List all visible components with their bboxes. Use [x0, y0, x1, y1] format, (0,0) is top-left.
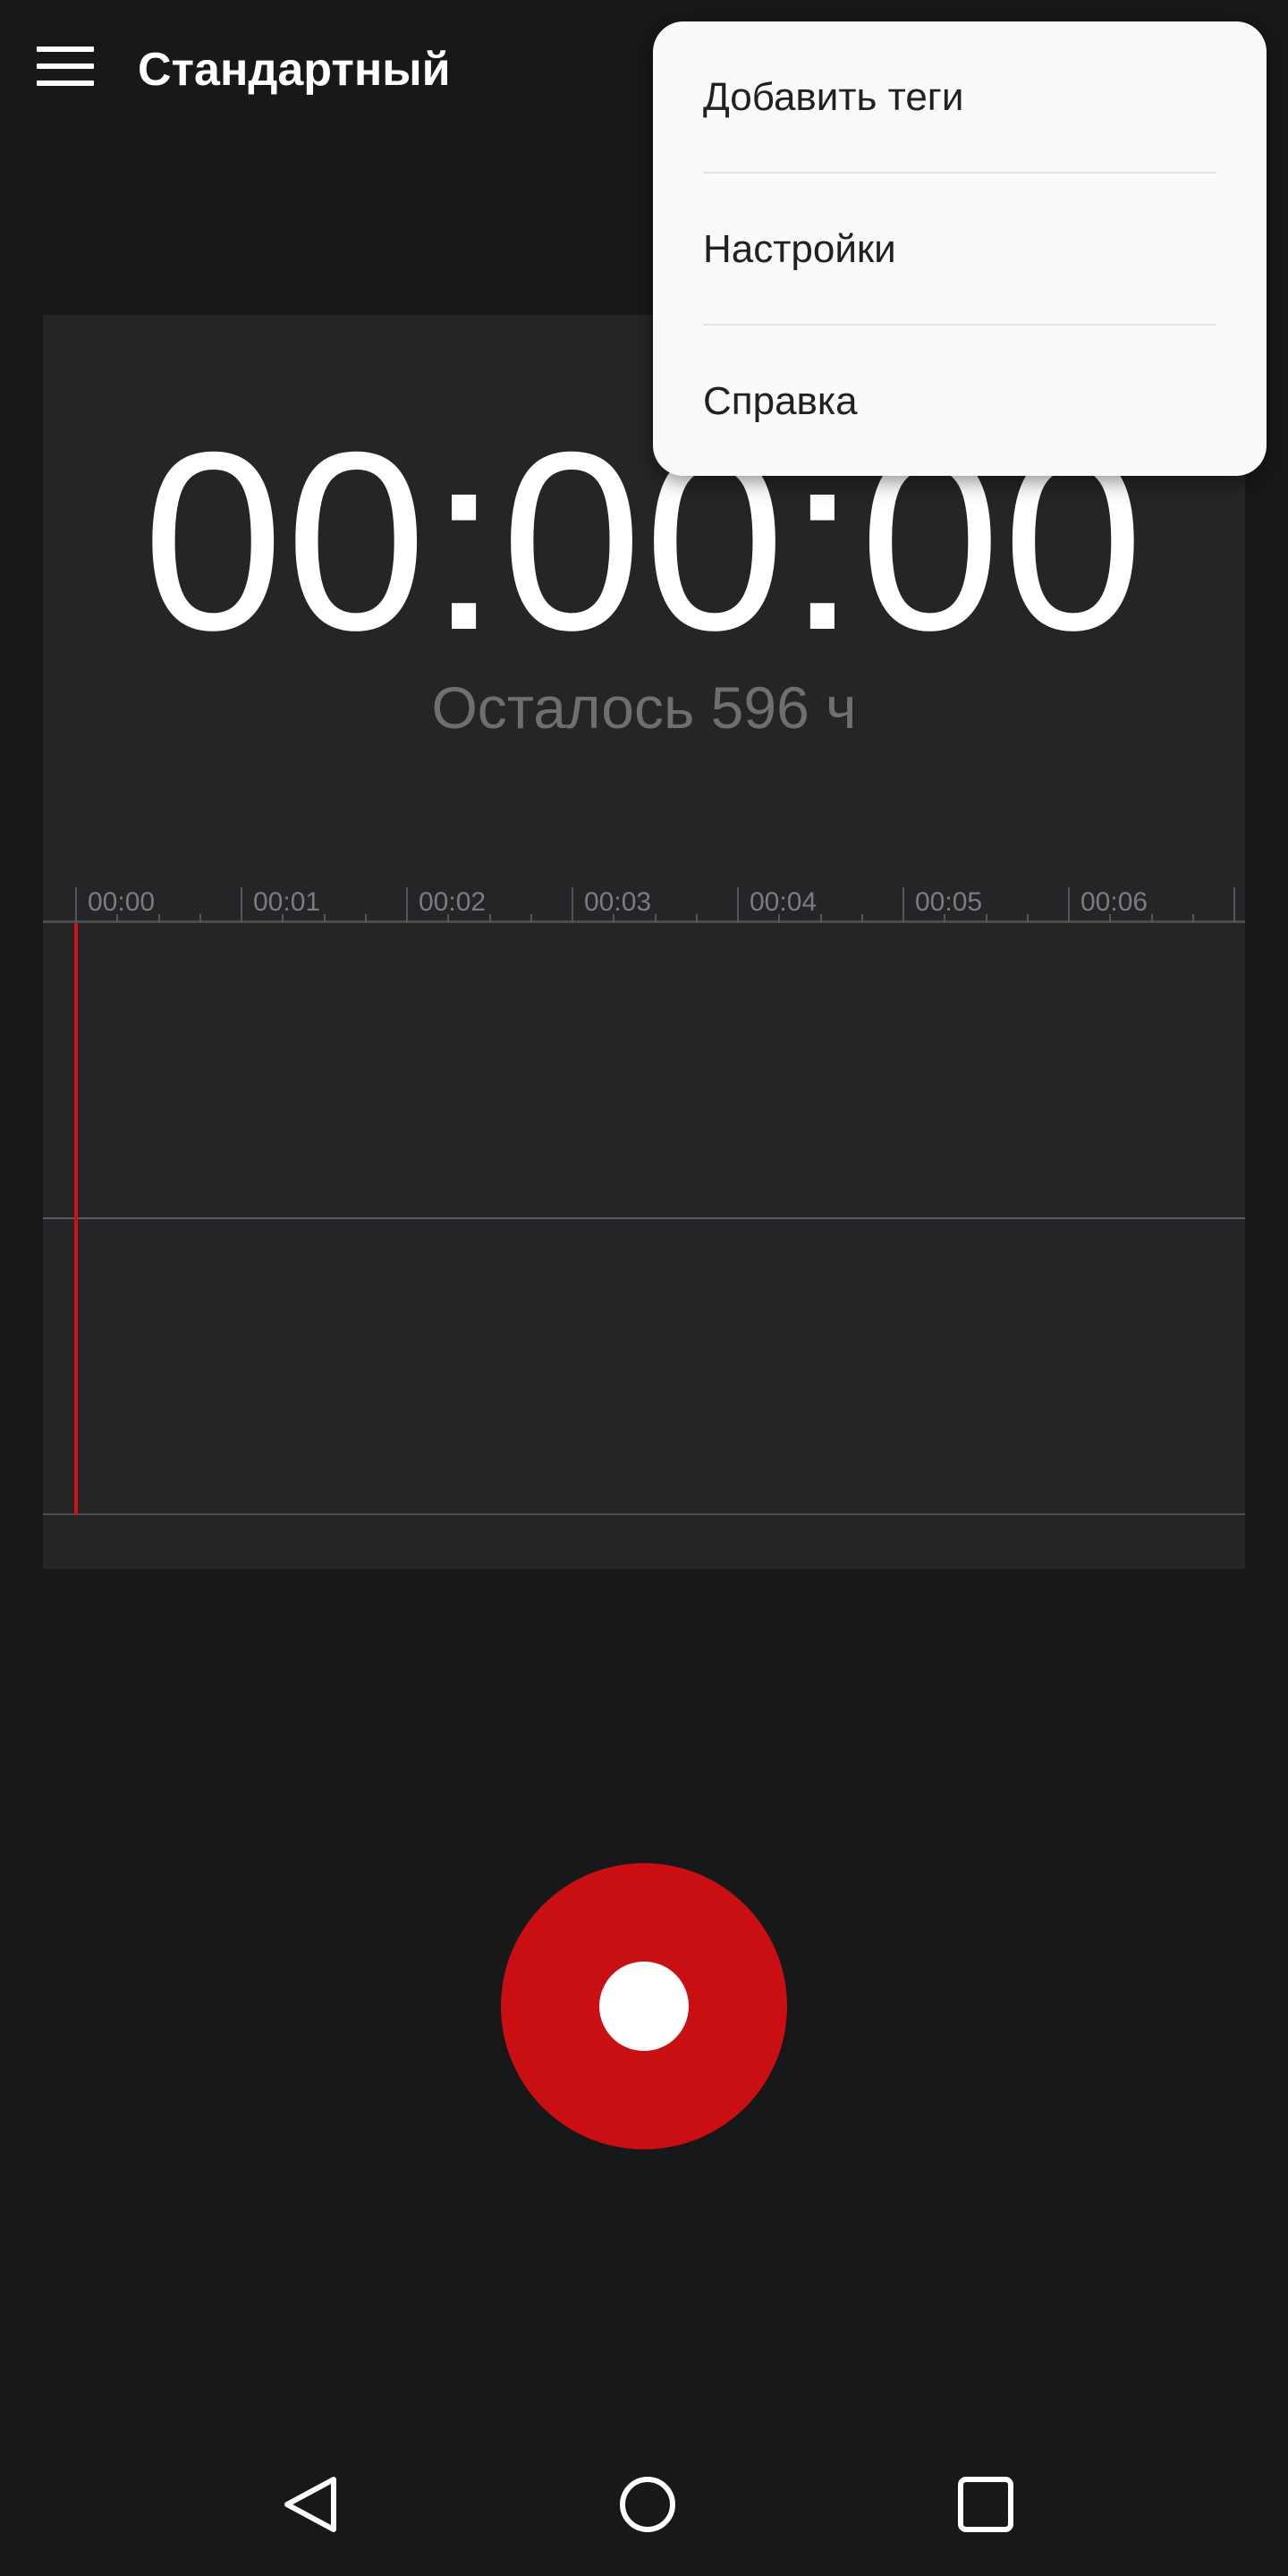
timeline-minor-tick — [819, 914, 822, 923]
timeline-minor-tick — [613, 914, 615, 923]
timeline-minor-tick — [364, 914, 367, 923]
recording-mode-title[interactable]: Стандартный — [138, 38, 451, 102]
timeline-tick-label: 00:00 — [88, 887, 156, 917]
voice-recorder-screen: Стандартный 00:00:00 Осталось 596 ч 00:0… — [0, 0, 1288, 2576]
timeline-tick-label: 00:01 — [253, 887, 321, 917]
timeline-minor-tick — [282, 914, 284, 923]
menu-item-add-tags[interactable]: Добавить теги — [703, 21, 1216, 174]
menu-line — [37, 47, 94, 52]
menu-line — [37, 80, 94, 86]
timeline-minor-tick — [1026, 914, 1029, 923]
timeline-minor-tick — [199, 914, 201, 923]
timeline-minor-tick — [860, 914, 863, 923]
record-icon — [599, 1962, 689, 2051]
remaining-time: Осталось 596 ч — [431, 674, 857, 741]
timeline-minor-tick — [323, 914, 326, 923]
timeline-major-tick — [572, 887, 573, 923]
timeline-minor-tick — [985, 914, 987, 923]
timeline-tick-label: 00:06 — [1080, 887, 1148, 917]
waveform-midline — [43, 1217, 1245, 1219]
timeline-minor-tick — [944, 914, 946, 923]
menu-line — [37, 64, 94, 69]
timeline-major-tick — [75, 887, 77, 923]
playhead-marker — [74, 923, 78, 1515]
back-button[interactable] — [266, 2460, 355, 2549]
timeline-minor-tick — [654, 914, 657, 923]
timeline-minor-tick — [116, 914, 119, 923]
menu-item-settings[interactable]: Настройки — [703, 174, 1216, 326]
timeline-minor-tick — [1150, 914, 1153, 923]
timeline-minor-tick — [1191, 914, 1194, 923]
timeline-minor-tick — [447, 914, 450, 923]
menu-item-help[interactable]: Справка — [703, 326, 1216, 478]
waveform-area — [43, 923, 1245, 1515]
waveform-bottom-line — [43, 1513, 1245, 1515]
home-circle-icon — [620, 2477, 675, 2532]
timeline-major-tick — [1233, 887, 1235, 923]
timeline-major-tick — [1068, 887, 1070, 923]
recents-button[interactable] — [941, 2460, 1030, 2549]
back-triangle-icon — [284, 2477, 336, 2532]
recents-square-icon — [958, 2477, 1013, 2532]
timeline-minor-tick — [530, 914, 532, 923]
timeline-minor-tick — [778, 914, 781, 923]
recorder-panel: 00:00:00 Осталось 596 ч 00:00 00:01 00:02 0… — [43, 315, 1245, 1569]
timeline-major-tick — [406, 887, 408, 923]
timeline-tick-label: 00:02 — [419, 887, 487, 917]
system-navigation-bar — [0, 2433, 1288, 2576]
home-button[interactable] — [603, 2460, 692, 2549]
timeline-minor-tick — [1109, 914, 1112, 923]
timeline-minor-tick — [488, 914, 491, 923]
hamburger-menu-icon[interactable] — [34, 39, 97, 93]
timeline-minor-tick — [157, 914, 160, 923]
timeline-major-tick — [737, 887, 739, 923]
record-button[interactable] — [501, 1863, 787, 2149]
timeline-major-tick — [241, 887, 242, 923]
overflow-menu: Добавить теги Настройки Справка — [653, 21, 1267, 476]
timeline-minor-tick — [695, 914, 698, 923]
timeline-major-tick — [902, 887, 904, 923]
timeline-tick-label: 00:03 — [584, 887, 652, 917]
timeline-tick-label: 00:04 — [750, 887, 818, 917]
timeline-ruler: 00:00 00:01 00:02 00:03 00:04 00:05 00:06 — [43, 887, 1245, 923]
timeline-tick-label: 00:05 — [915, 887, 983, 917]
